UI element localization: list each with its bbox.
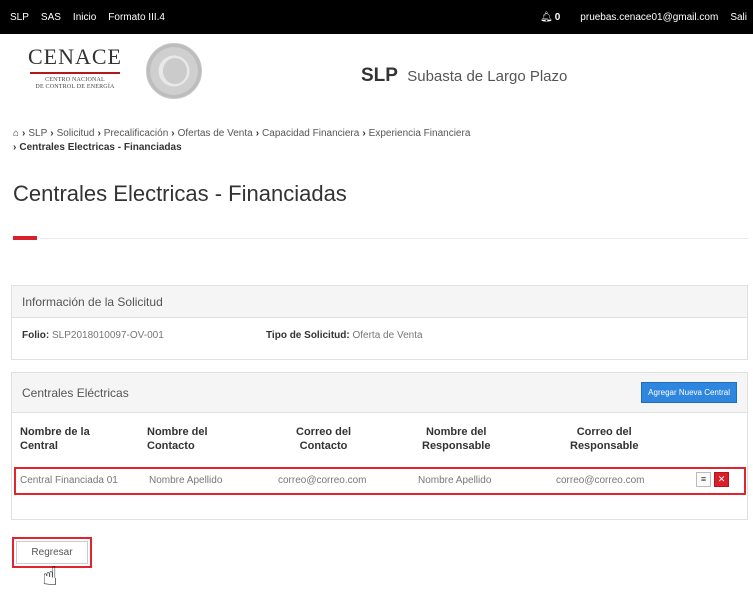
logo-line-1: CENTRO NACIONAL [45,77,105,83]
column-header-line: Correo del [296,426,352,438]
cell-central: Central Financiada 01 [20,475,118,486]
delete-icon[interactable]: ✕ [714,472,729,487]
table-row[interactable]: Central Financiada 01 Nombre Apellido co… [14,467,746,495]
cell-correo-responsable: correo@correo.com [556,475,645,486]
column-header-line: Responsable [422,440,491,452]
folio-label: Folio: [22,330,50,341]
app-title: SLP Subasta de Largo Plazo [361,65,567,87]
breadcrumb-item-capacidad[interactable]: Capacidad Financiera [262,128,359,139]
breadcrumb-separator: › [97,128,101,139]
column-header-line: Nombre del [147,426,208,438]
title-accent-bar [13,236,37,240]
nav-formato[interactable]: Formato III.4 [102,12,171,23]
breadcrumb-item-solicitud[interactable]: Solicitud [57,128,95,139]
nav-inicio[interactable]: Inicio [67,12,102,23]
table-header: Nombre de la Central Nombre del Contacto… [12,425,747,461]
nav-slp[interactable]: SLP [0,12,35,23]
folio-value: SLP2018010097-OV-001 [52,330,164,341]
logout-link[interactable]: Sali [724,12,753,23]
title-divider [40,238,748,239]
column-header-line: Contacto [299,440,348,452]
column-header-line: Responsable [570,440,639,452]
column-header-line: Nombre de la [20,426,90,438]
column-header-responsable: Nombre del Responsable [422,425,490,453]
centrales-panel: Centrales Eléctricas Agregar Nueva Centr… [11,372,748,520]
logo-brand: CENACE [28,44,122,69]
breadcrumb-separator: › [255,128,260,139]
column-header-line: Central [20,440,58,452]
cell-responsable: Nombre Apellido [418,475,492,486]
column-header-correo-responsable: Correo del Responsable [570,425,638,453]
list-icon[interactable]: ≡ [696,472,711,487]
breadcrumb-separator: › [50,128,54,139]
breadcrumb-item-precalificacion[interactable]: Precalificación [104,128,168,139]
add-central-button[interactable]: Agregar Nueva Central [641,382,737,403]
column-header-correo-contacto: Correo del Contacto [296,425,351,453]
info-panel-body: Folio: SLP2018010097-OV-001 Tipo de Soli… [12,318,747,358]
column-header-line: Nombre del [425,426,487,438]
national-seal-image [146,43,202,99]
tipo-label: Tipo de Solicitud: [266,330,350,341]
app-name: Subasta de Largo Plazo [407,68,568,85]
breadcrumb-item-slp[interactable]: SLP [28,128,47,139]
top-navbar: SLP SAS Inicio Formato III.4 🔔︎ 0 prueba… [0,0,753,34]
cell-correo-contacto: correo@correo.com [278,475,367,486]
column-header-contacto: Nombre del Contacto [147,425,208,453]
app-abbr: SLP [361,65,398,86]
info-panel-header: Información de la Solicitud [12,286,747,318]
logo-line-2: DE CONTROL DE ENERGÍA [35,84,115,90]
breadcrumb-separator: › [171,128,175,139]
home-icon[interactable]: ⌂ [13,128,19,139]
tipo-solicitud: Tipo de Solicitud: Oferta de Venta [266,330,423,341]
column-header-line: Correo del [576,426,632,438]
notification-count[interactable]: 0 [555,12,561,23]
page-title: Centrales Electricas - Financiadas [13,181,347,206]
breadcrumb-separator: › [13,142,17,153]
info-panel: Información de la Solicitud Folio: SLP20… [11,285,748,360]
bell-icon[interactable]: 🔔︎ [540,12,553,23]
user-email[interactable]: pruebas.cenace01@gmail.com [574,12,724,23]
logo-rule [30,72,120,74]
breadcrumb-item-ofertas[interactable]: Ofertas de Venta [178,128,253,139]
tipo-value: Oferta de Venta [352,330,423,341]
breadcrumb-item-experiencia[interactable]: Experiencia Financiera [369,128,471,139]
hand-cursor-icon: ☝ [42,561,58,591]
cell-contacto: Nombre Apellido [149,475,223,486]
breadcrumb-separator: › [362,128,366,139]
centrales-panel-title: Centrales Eléctricas [22,385,129,400]
nav-sas[interactable]: SAS [35,12,67,23]
column-header-central: Nombre de la Central [20,425,90,453]
cenace-logo: CENACE CENTRO NACIONAL DE CONTROL DE ENE… [22,46,128,91]
breadcrumb: ⌂ › SLP › Solicitud › Precalificación › Ofertas … [13,127,733,155]
centrales-panel-header: Centrales Eléctricas Agregar Nueva Centr… [12,373,747,413]
column-header-line: Contacto [147,440,195,452]
breadcrumb-separator: › [22,128,26,139]
info-panel-title: Información de la Solicitud [22,294,163,309]
breadcrumb-current: Centrales Electricas - Financiadas [19,142,182,153]
